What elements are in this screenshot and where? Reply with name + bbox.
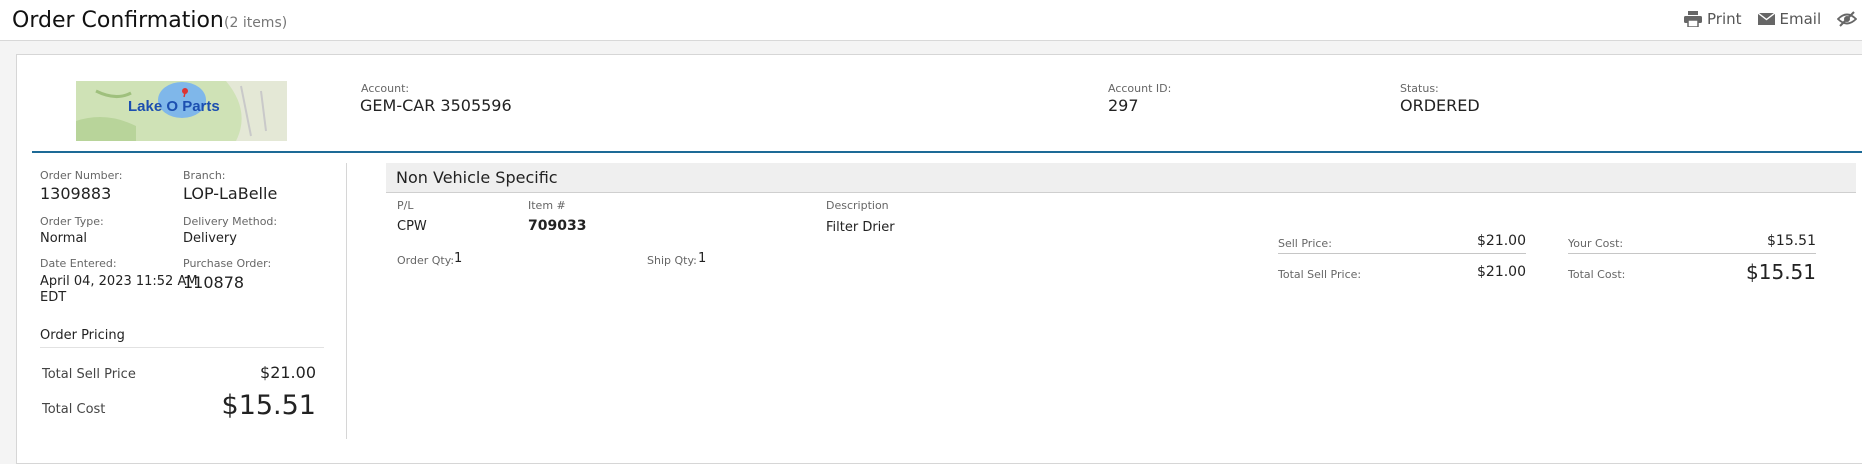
order-qty-label: Order Qty: xyxy=(397,254,455,267)
order-pricing-title: Order Pricing xyxy=(40,328,125,343)
status-value: ORDERED xyxy=(1400,96,1480,115)
header-actions: Print Email xyxy=(1684,10,1862,28)
order-number: 1309883 xyxy=(40,184,112,203)
item-number-value: 709033 xyxy=(528,218,587,234)
your-cost-value: $15.51 xyxy=(1767,233,1816,249)
branch-label: Branch: xyxy=(183,169,226,182)
total-cost-value: $15.51 xyxy=(221,390,316,421)
sell-price-value: $21.00 xyxy=(1477,233,1526,249)
purchase-order-label: Purchase Order: xyxy=(183,257,272,270)
item-number-label: Item # xyxy=(528,199,566,212)
total-sell-price-line-label: Total Sell Price: xyxy=(1278,268,1362,281)
status-label: Status: xyxy=(1400,82,1439,95)
account-value: GEM-CAR 3505596 xyxy=(360,96,512,115)
page-title: Order Confirmation xyxy=(12,8,224,33)
section-title: Non Vehicle Specific xyxy=(396,168,558,187)
account-id-value: 297 xyxy=(1108,96,1139,115)
ship-qty-label: Ship Qty: xyxy=(647,254,697,267)
order-qty-value: 1 xyxy=(454,251,463,266)
logo-text: Lake O Parts xyxy=(128,98,220,115)
section-header: Non Vehicle Specific xyxy=(386,163,1856,193)
order-number-label: Order Number: xyxy=(40,169,123,182)
email-button[interactable]: Email xyxy=(1757,10,1822,28)
total-cost-line-label: Total Cost: xyxy=(1568,268,1626,281)
date-entered-line1: April 04, 2023 11:52 AM xyxy=(40,274,198,289)
description-value: Filter Drier xyxy=(826,220,895,235)
account-label: Account: xyxy=(361,82,410,95)
branch-value: LOP-LaBelle xyxy=(183,184,278,203)
eye-slash-icon xyxy=(1837,11,1858,27)
purchase-order-value: 110878 xyxy=(183,273,245,292)
description-label: Description xyxy=(826,199,889,212)
sell-price-divider xyxy=(1278,253,1526,254)
your-cost-label: Your Cost: xyxy=(1568,237,1624,250)
delivery-method-label: Delivery Method: xyxy=(183,215,278,228)
printer-icon xyxy=(1684,11,1702,27)
total-cost-label: Total Cost xyxy=(42,402,106,417)
ship-qty-value: 1 xyxy=(698,251,707,266)
print-label: Print xyxy=(1707,10,1742,28)
sell-price-label: Sell Price: xyxy=(1278,237,1332,250)
page-header: Order Confirmation (2 items) Print Email xyxy=(0,0,1862,41)
total-sell-price-label: Total Sell Price xyxy=(42,367,136,382)
pl-label: P/L xyxy=(397,199,414,212)
hide-button[interactable] xyxy=(1837,11,1862,27)
order-pricing-divider xyxy=(40,347,324,348)
date-entered-line2: EDT xyxy=(40,290,67,305)
total-sell-price-line-value: $21.00 xyxy=(1477,264,1526,280)
total-cost-line-value: $15.51 xyxy=(1746,260,1816,284)
date-entered-label: Date Entered: xyxy=(40,257,117,270)
email-label: Email xyxy=(1779,10,1822,28)
header-divider xyxy=(32,151,1862,153)
company-logo: Lake O Parts xyxy=(76,81,287,141)
total-sell-price-value: $21.00 xyxy=(260,363,316,382)
account-id-label: Account ID: xyxy=(1108,82,1172,95)
order-type-value: Normal xyxy=(40,231,88,246)
pl-value: CPW xyxy=(397,219,427,234)
order-type-label: Order Type: xyxy=(40,215,104,228)
envelope-icon xyxy=(1757,13,1775,25)
column-divider xyxy=(346,163,347,439)
your-cost-divider xyxy=(1568,253,1816,254)
print-button[interactable]: Print xyxy=(1684,10,1742,28)
item-count: (2 items) xyxy=(224,15,288,31)
delivery-method-value: Delivery xyxy=(183,231,237,246)
